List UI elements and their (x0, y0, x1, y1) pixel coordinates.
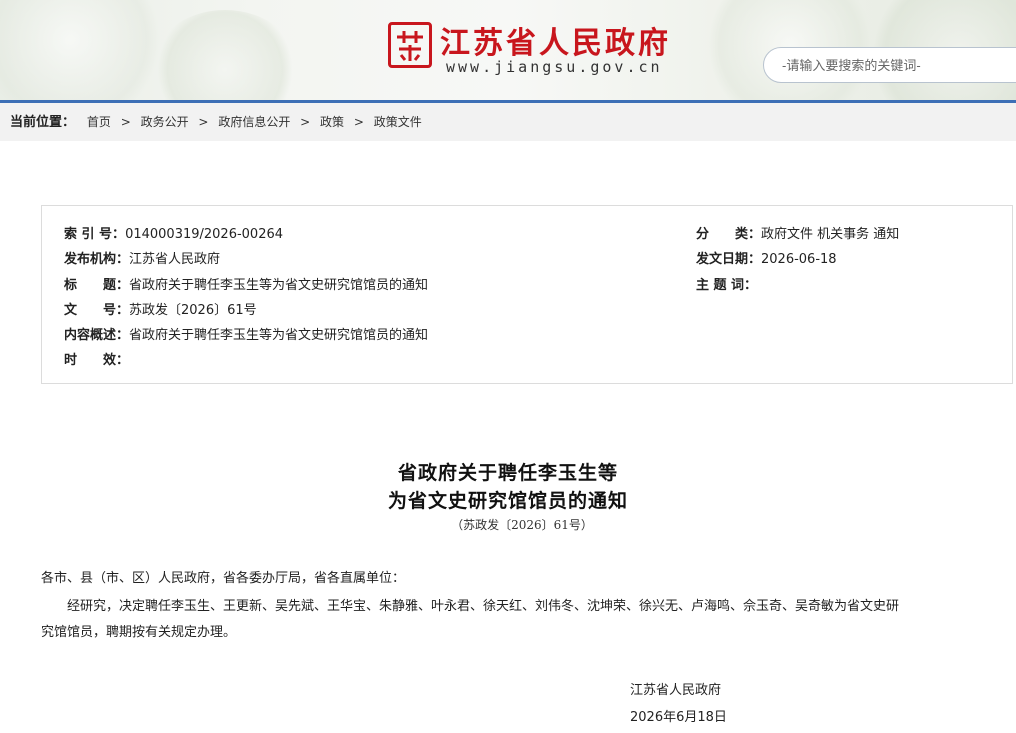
meta-docno-row: 文 号：苏政发〔2026〕61号 (64, 299, 257, 318)
meta-validity-label: 时 效： (64, 353, 130, 368)
meta-category-label: 分 类： (696, 227, 762, 242)
document-body-continuation: 究馆馆员，聘期按有关规定办理。 (41, 625, 237, 640)
flower-decoration (0, 0, 170, 100)
meta-subject-row: 主 题 词： (696, 274, 757, 293)
meta-summary-value: 省政府关于聘任李玉生等为省文史研究馆馆员的通知 (129, 328, 429, 343)
site-name: 江苏省人民政府 (440, 26, 671, 61)
document-meta-table: 索 引 号：014000319/2026-00264 发布机构：江苏省人民政府 … (41, 205, 1013, 384)
meta-summary-label: 内容概述： (64, 328, 130, 343)
site-url: www.jiangsu.gov.cn (446, 58, 663, 76)
document-number: （苏政发〔2026〕61号） (451, 518, 593, 532)
breadcrumb-home[interactable]: 首页 (87, 115, 111, 129)
breadcrumb-gov-affairs[interactable]: 政务公开 (141, 115, 189, 129)
meta-publisher-label: 发布机构： (64, 252, 130, 267)
document-signer: 江苏省人民政府 (630, 683, 722, 698)
meta-date-row: 发文日期：2026-06-18 (696, 248, 837, 267)
meta-publisher-value: 江苏省人民政府 (129, 252, 221, 267)
meta-title-label: 标 题： (64, 278, 130, 293)
document-addressee: 各市、县（市、区）人民政府，省各委办厅局，省各直属单位： (41, 571, 406, 586)
site-logo[interactable]: 江苏省人民政府 www.jiangsu.gov.cn (388, 14, 688, 84)
meta-index-label: 索 引 号： (64, 227, 126, 242)
search-box (763, 47, 1016, 83)
document-sign-date: 2026年6月18日 (630, 710, 727, 725)
meta-validity-row: 时 效： (64, 349, 129, 368)
document-body-paragraph: 经研究，决定聘任李玉生、王更新、吴先斌、王华宝、朱静雅、叶永君、徐天红、刘伟冬、… (67, 599, 900, 614)
breadcrumb: 当前位置： 首页 > 政务公开 > 政府信息公开 > 政策 > 政策文件 (0, 103, 1016, 141)
meta-index-value: 014000319/2026-00264 (125, 227, 284, 242)
meta-publisher-row: 发布机构：江苏省人民政府 (64, 248, 220, 267)
breadcrumb-separator: > (198, 115, 209, 129)
document-title-line-2: 为省文史研究馆馆员的通知 (387, 490, 628, 512)
meta-date-value: 2026-06-18 (761, 252, 837, 267)
meta-docno-label: 文 号： (64, 303, 130, 318)
meta-title-value: 省政府关于聘任李玉生等为省文史研究馆馆员的通知 (129, 278, 429, 293)
emblem-icon (388, 22, 432, 68)
meta-category-value: 政府文件 机关事务 通知 (761, 227, 900, 242)
breadcrumb-separator: > (300, 115, 311, 129)
breadcrumb-label: 当前位置： (10, 115, 76, 130)
site-header: 江苏省人民政府 www.jiangsu.gov.cn (0, 0, 1016, 100)
meta-index-row: 索 引 号：014000319/2026-00264 (64, 223, 283, 242)
meta-category-row: 分 类：政府文件 机关事务 通知 (696, 223, 899, 242)
document-title-line-1: 省政府关于聘任李玉生等 (397, 462, 618, 484)
meta-docno-value: 苏政发〔2026〕61号 (129, 303, 257, 318)
meta-date-label: 发文日期： (696, 252, 762, 267)
breadcrumb-separator: > (353, 115, 364, 129)
search-input[interactable] (764, 48, 1004, 82)
breadcrumb-info-disclosure[interactable]: 政府信息公开 (218, 115, 290, 129)
breadcrumb-policy[interactable]: 政策 (320, 115, 344, 129)
meta-title-row: 标 题：省政府关于聘任李玉生等为省文史研究馆馆员的通知 (64, 274, 428, 293)
breadcrumb-separator: > (120, 115, 131, 129)
meta-summary-row: 内容概述：省政府关于聘任李玉生等为省文史研究馆馆员的通知 (64, 324, 428, 343)
flower-decoration (150, 10, 300, 100)
meta-subject-label: 主 题 词： (696, 278, 758, 293)
breadcrumb-policy-documents[interactable]: 政策文件 (374, 115, 422, 129)
